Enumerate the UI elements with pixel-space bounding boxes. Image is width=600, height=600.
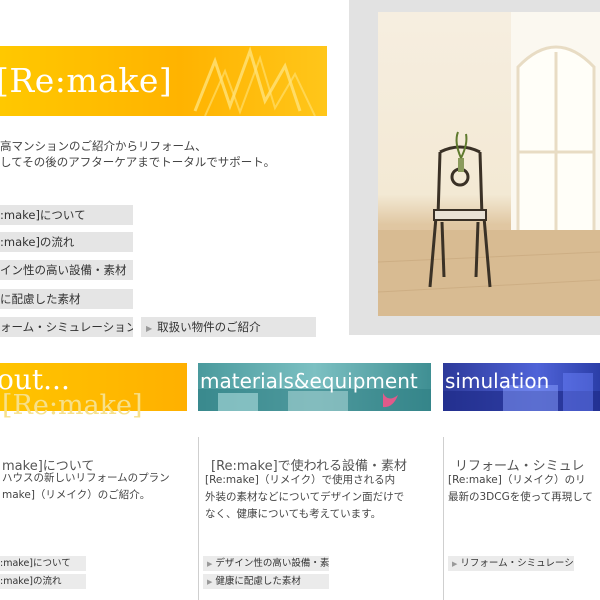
hero-logo: [Re:make]: [0, 61, 173, 100]
panel-header-title: simulation: [445, 369, 550, 393]
menu-item-label: 取扱い物件のご紹介: [157, 320, 261, 334]
panel-description-line: なく、健康についても考えています。: [205, 508, 382, 520]
panel-header-title: materials&equipment: [200, 369, 418, 393]
panel-divider: [198, 437, 199, 600]
hero-banner: [Re:make]: [0, 46, 327, 116]
panel-description: [Re:make]（リメイク）のリ 最新の3DCGを使って再現して: [448, 472, 593, 506]
menu-item-label: イン性の高い設備・素材: [0, 263, 127, 277]
sub-link-about[interactable]: :make]について: [0, 556, 86, 571]
menu-item-health-materials[interactable]: に配慮した素材: [0, 289, 133, 309]
sub-link-label: デザイン性の高い設備・素材: [215, 558, 329, 569]
hero-description-line: してその後のアフターケアまでトータルでサポート。: [0, 155, 276, 169]
panel-description-line: 外装の素材などについてデザイン面だけで: [205, 491, 405, 503]
arrow-right-icon: ▶: [146, 324, 153, 333]
sub-link-label: リフォーム・シミュレーション: [460, 558, 574, 569]
sub-link-simulation[interactable]: ▶リフォーム・シミュレーション: [448, 556, 574, 571]
hero-description-line: 高マンションのご紹介からリフォーム、: [0, 139, 207, 153]
menu-item-label: ォーム・シミュレーション: [0, 320, 133, 334]
sub-link-design-equipment[interactable]: ▶ デザイン性の高い設備・素材: [203, 556, 329, 571]
panel-description: ハウスの新しいリフォームのプラン make]（リメイク）のご紹介。: [2, 470, 170, 504]
menu-item-about[interactable]: :make]について: [0, 205, 133, 225]
menu-item-properties[interactable]: ▶ 取扱い物件のご紹介: [141, 317, 316, 337]
room-photo: [378, 12, 600, 316]
sub-link-health-materials[interactable]: ▶ 健康に配慮した素材: [203, 574, 329, 589]
panel-description-line: [Re:make]（リメイク）で使用される内: [205, 474, 396, 486]
panel-description-line: [Re:make]（リメイク）のリ: [448, 474, 586, 486]
room-photo-icon: [378, 12, 600, 316]
hero-description: 高マンションのご紹介からリフォーム、 してその後のアフターケアまでトータルでサポ…: [0, 138, 330, 170]
menu-item-design-equipment[interactable]: イン性の高い設備・素材: [0, 260, 133, 280]
panel-description-line: 最新の3DCGを使って再現して: [448, 491, 593, 503]
panel-description-line: make]（リメイク）のご紹介。: [2, 489, 151, 501]
panel-description: [Re:make]（リメイク）で使用される内 外装の素材などについてデザイン面だ…: [205, 472, 404, 523]
menu-item-simulation[interactable]: ォーム・シミュレーション: [0, 317, 133, 337]
arrow-right-icon: ▶: [452, 560, 458, 568]
panel-simulation-header[interactable]: simulation: [443, 363, 600, 411]
panel-about-logo: [Re:make]: [2, 390, 143, 421]
menu-item-label: に配慮した素材: [0, 292, 81, 306]
panel-description-line: ハウスの新しいリフォームのプラン: [2, 472, 170, 484]
panel-divider: [443, 437, 444, 600]
menu-item-label: :make]について: [0, 208, 86, 222]
sub-link-label: :make]の流れ: [0, 576, 62, 587]
sub-link-flow[interactable]: :make]の流れ: [0, 574, 86, 589]
decorative-lines-icon: [193, 46, 316, 116]
arrow-right-icon: ▶: [207, 560, 213, 568]
arrow-right-icon: ▶: [207, 578, 213, 586]
sub-link-label: 健康に配慮した素材: [215, 576, 301, 587]
sub-link-label: :make]について: [0, 558, 71, 569]
menu-item-flow[interactable]: :make]の流れ: [0, 232, 133, 252]
panel-materials-header[interactable]: materials&equipment: [198, 363, 431, 411]
photo-frame: [349, 0, 600, 335]
menu-item-label: :make]の流れ: [0, 235, 75, 249]
